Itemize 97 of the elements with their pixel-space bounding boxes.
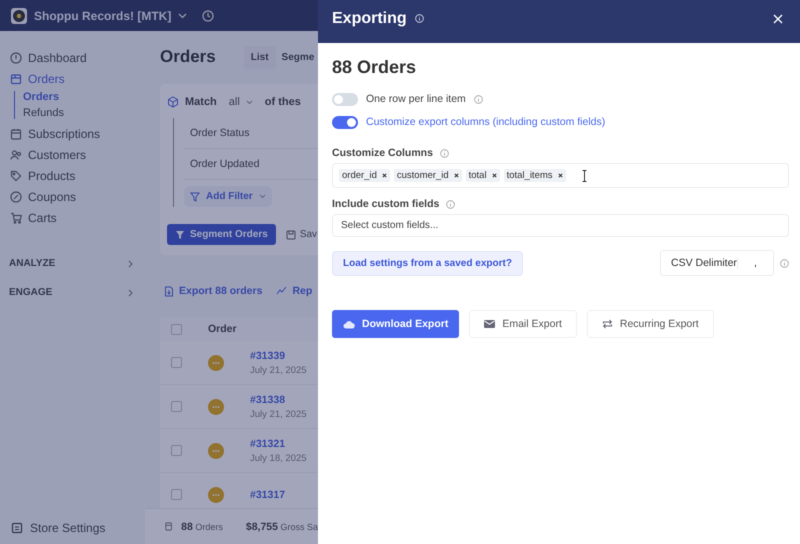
action-link[interactable]: Rep xyxy=(276,285,312,297)
segment-orders-button[interactable]: Segment Orders xyxy=(167,224,276,245)
match-suffix: of thes xyxy=(264,96,301,108)
remove-icon[interactable] xyxy=(492,173,497,178)
toggle-label: One row per line item xyxy=(366,93,466,105)
text-cursor-icon xyxy=(582,170,587,182)
view-tab[interactable]: Segme xyxy=(282,46,314,68)
recurring-export-button[interactable]: Recurring Export xyxy=(586,310,714,338)
save-button[interactable]: Sav xyxy=(286,229,318,240)
sidebar-item[interactable]: Orders xyxy=(0,68,145,89)
more-icon xyxy=(208,398,224,414)
chevron-right-icon xyxy=(128,260,133,268)
settings-icon xyxy=(11,522,23,534)
save-icon xyxy=(286,230,296,240)
order-row[interactable]: #31338 July 21, 2025 xyxy=(160,385,318,429)
info-icon[interactable] xyxy=(414,14,424,23)
cube-icon xyxy=(167,96,179,108)
sidebar-item[interactable]: Products xyxy=(0,165,145,186)
custom-fields-select[interactable]: Select custom fields... xyxy=(332,214,789,237)
filter-icon xyxy=(190,192,200,202)
line-chart-icon xyxy=(276,286,288,296)
match-label: Match xyxy=(185,96,217,108)
export-heading: 88 Orders xyxy=(332,57,418,78)
clock-icon[interactable] xyxy=(202,10,214,22)
order-row[interactable]: #31321 July 18, 2025 xyxy=(160,429,318,473)
order-number[interactable]: #31317 xyxy=(250,488,286,500)
receipt-icon xyxy=(165,521,172,532)
summary-stat: 88 Orders xyxy=(181,520,223,532)
sidebar-item[interactable]: Coupons xyxy=(0,186,145,207)
chevron-down-icon[interactable] xyxy=(178,12,188,18)
columns-input-field[interactable]: order_id customer_id total total_items xyxy=(332,163,789,188)
order-date: July 21, 2025 xyxy=(250,364,307,376)
more-icon xyxy=(208,354,224,370)
summary-stat: $8,755 Gross Sa xyxy=(246,520,318,532)
order-number[interactable]: #31321 xyxy=(250,438,307,450)
toggle-switch[interactable] xyxy=(332,116,358,128)
calendar-icon xyxy=(10,128,22,140)
action-link[interactable]: Export 88 orders xyxy=(164,285,262,297)
gauge-icon xyxy=(10,52,22,64)
column-tag: customer_id xyxy=(394,169,462,182)
toggle-label: Customize export columns (including custom fields) xyxy=(366,116,606,128)
remove-icon[interactable] xyxy=(558,173,563,178)
file-download-icon xyxy=(164,286,174,296)
sidebar-item[interactable]: Customers xyxy=(0,144,145,165)
filter-icon xyxy=(175,230,185,240)
box-icon xyxy=(10,72,22,84)
chevron-right-icon xyxy=(128,288,133,296)
tag-icon xyxy=(10,170,22,182)
csv-delimiter-field[interactable]: CSV Delimiter , xyxy=(660,250,774,276)
repeat-icon xyxy=(602,319,613,329)
order-number[interactable]: #31339 xyxy=(250,350,307,362)
remove-icon[interactable] xyxy=(382,173,387,178)
load-settings-button[interactable]: Load settings from a saved export? xyxy=(332,250,523,276)
cart-icon xyxy=(10,212,22,224)
remove-icon[interactable] xyxy=(454,173,459,178)
checkbox[interactable] xyxy=(171,357,182,368)
page-title: Orders xyxy=(160,47,216,67)
email-export-button[interactable]: Email Export xyxy=(469,310,577,338)
chevron-down-icon xyxy=(246,100,253,104)
drawer-title: Exporting xyxy=(332,10,407,28)
download-export-button[interactable]: Download Export xyxy=(332,310,460,338)
add-filter-button[interactable]: Add Filter xyxy=(184,186,272,207)
chevron-down-icon xyxy=(258,194,266,199)
sidebar-item[interactable]: Store Settings xyxy=(0,521,145,544)
sidebar-item[interactable]: Dashboard xyxy=(0,47,145,68)
order-number[interactable]: #31338 xyxy=(250,394,307,406)
sidebar-section[interactable]: ENGAGE xyxy=(0,287,145,298)
sidebar-subitem[interactable]: Orders xyxy=(23,91,145,103)
close-icon[interactable] xyxy=(773,14,783,24)
order-date: July 21, 2025 xyxy=(250,408,307,420)
field-label: Include custom fields xyxy=(332,198,440,210)
checkbox[interactable] xyxy=(171,401,182,412)
match-select[interactable]: all xyxy=(222,94,259,110)
order-date: July 18, 2025 xyxy=(250,452,307,464)
sidebar-item[interactable]: Subscriptions xyxy=(0,123,145,144)
sidebar-item[interactable]: Carts xyxy=(0,207,145,228)
mail-icon xyxy=(484,320,496,328)
view-tab[interactable]: List xyxy=(244,46,276,68)
modal-backdrop[interactable] xyxy=(0,0,318,544)
sidebar-section[interactable]: ANALYZE xyxy=(0,258,145,269)
toggle-switch[interactable] xyxy=(332,92,358,106)
order-row[interactable]: #31339 July 21, 2025 xyxy=(160,341,318,385)
column-header: Order xyxy=(208,323,237,335)
store-name[interactable]: Shoppu Records! [MTK] xyxy=(34,8,172,22)
column-tag: order_id xyxy=(339,169,390,182)
record-logo-icon xyxy=(11,8,27,24)
more-icon xyxy=(208,486,224,502)
checkbox[interactable] xyxy=(171,489,182,500)
cloud-icon xyxy=(343,320,355,328)
more-icon xyxy=(208,442,224,458)
checkbox[interactable] xyxy=(171,324,182,334)
column-tag: total xyxy=(466,169,500,182)
people-icon xyxy=(10,148,22,160)
sidebar-subitem[interactable]: Refunds xyxy=(23,107,145,119)
checkbox[interactable] xyxy=(171,445,182,456)
field-label: Customize Columns xyxy=(332,147,433,159)
column-tag: total_items xyxy=(504,169,566,182)
